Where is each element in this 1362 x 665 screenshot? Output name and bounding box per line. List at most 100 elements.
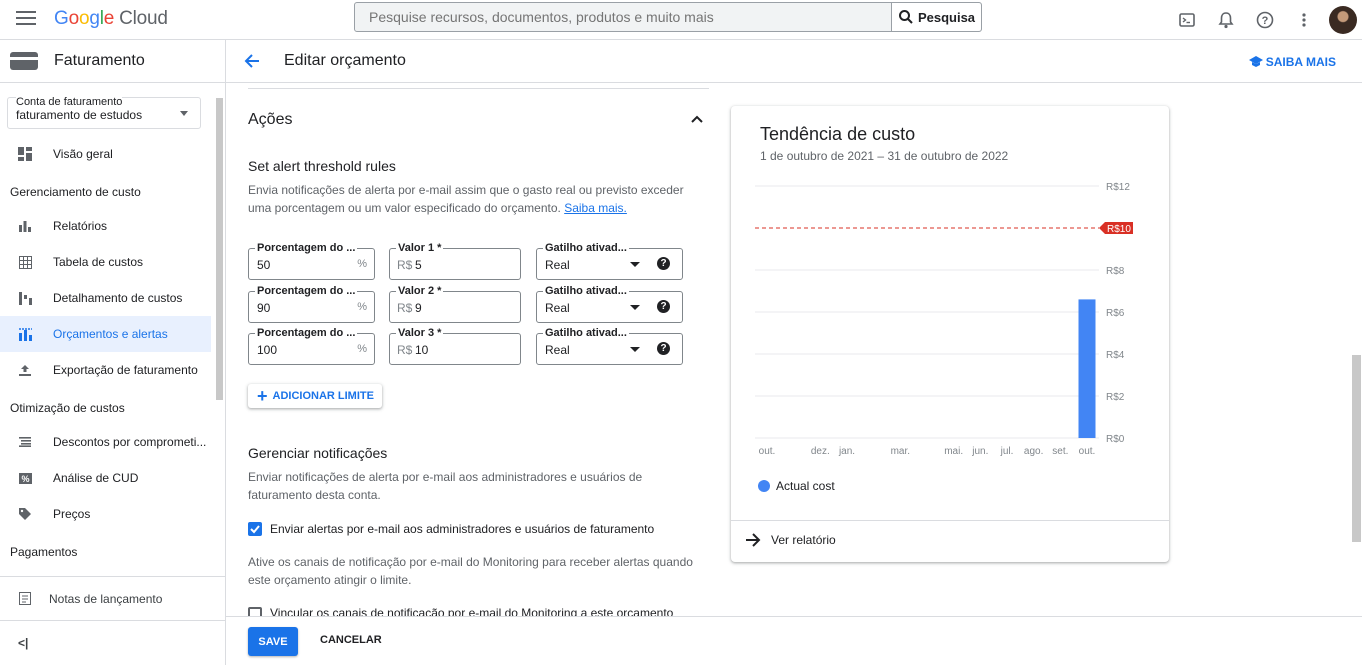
x-tick-label: jan. (838, 446, 855, 457)
x-tick-label: dez. (811, 446, 830, 457)
sidebar-item-label: Orçamentos e alertas (53, 327, 168, 341)
bell-icon[interactable] (1206, 0, 1245, 40)
avatar[interactable] (1329, 6, 1357, 34)
sidebar-item-pricing[interactable]: Preços (0, 496, 211, 532)
page-title: Editar orçamento (284, 52, 406, 69)
list-icon (18, 435, 32, 449)
collapse-sidebar-button[interactable]: <| (0, 620, 225, 665)
waterfall-icon (18, 291, 32, 305)
back-arrow-icon[interactable] (244, 53, 260, 69)
sidebar-item-budgets-alerts[interactable]: Orçamentos e alertas (0, 316, 211, 352)
section-cost-optimization: Otimização de custos (10, 401, 125, 415)
sidebar-item-cost-table[interactable]: Tabela de custos (0, 244, 211, 280)
sidebar-item-commitments[interactable]: Descontos por comprometi... (0, 424, 211, 460)
help-icon[interactable]: ? (657, 300, 670, 313)
search-bar: Pesquisa (354, 2, 982, 32)
chevron-up-icon[interactable] (691, 114, 703, 124)
sidebar-item-label: Relatórios (53, 219, 108, 233)
billing-account-select[interactable]: Conta de faturamento faturamento de estu… (7, 96, 201, 129)
trigger-select-2[interactable]: Gatilho ativad... Real ? (536, 285, 683, 323)
sidebar-item-cost-breakdown[interactable]: Detalhamento de custos (0, 280, 211, 316)
cost-trend-title: Tendência de custo (760, 124, 916, 144)
release-notes-link[interactable]: Notas de lançamento (0, 576, 225, 620)
terminal-icon[interactable] (1167, 0, 1206, 40)
more-vert-icon[interactable] (1284, 0, 1323, 40)
search-input[interactable] (355, 3, 891, 31)
bar-chart-icon (18, 219, 32, 233)
percentage-field-2[interactable]: Porcentagem do ... 90 % (248, 285, 375, 323)
add-threshold-button[interactable]: + ADICIONAR LIMITE (248, 384, 382, 408)
y-tick-label: R$8 (1106, 266, 1125, 277)
search-button[interactable]: Pesquisa (891, 3, 981, 31)
percentage-field-1[interactable]: Porcentagem do ... 50 % (248, 242, 375, 280)
upload-icon (18, 363, 32, 377)
checkmark-icon (250, 525, 260, 534)
x-tick-label: out. (1079, 446, 1096, 457)
x-tick-label: mar. (891, 446, 910, 457)
sidebar-item-label: Tabela de custos (53, 255, 144, 269)
help-icon[interactable]: ? (657, 342, 670, 355)
legend-label: Actual cost (776, 479, 835, 493)
sidebar-item-reports[interactable]: Relatórios (0, 208, 211, 244)
section-payments: Pagamentos (10, 545, 78, 559)
dropdown-arrow-icon (630, 262, 640, 267)
svg-text:?: ? (1261, 15, 1268, 27)
plus-icon: + (257, 386, 268, 406)
divider (731, 520, 1169, 521)
amount-field-2[interactable]: Valor 2 * R$ 9 (389, 285, 521, 323)
learn-more-label: SAIBA MAIS (1265, 55, 1336, 69)
x-tick-label: jul. (1000, 446, 1014, 457)
add-threshold-label: ADICIONAR LIMITE (272, 390, 374, 402)
y-tick-label: R$6 (1106, 308, 1125, 319)
page-scrollbar[interactable] (1352, 355, 1361, 542)
view-report-link[interactable]: Ver relatório (745, 533, 836, 547)
help-icon[interactable]: ? (657, 257, 670, 270)
divider (248, 88, 709, 89)
actions-heading: Ações (248, 111, 293, 128)
page-header: Editar orçamento SAIBA MAIS (226, 40, 1362, 83)
menu-icon[interactable] (16, 11, 36, 27)
y-tick-label: R$4 (1106, 350, 1125, 361)
x-tick-label: out. (759, 446, 776, 457)
admin-alerts-label: Enviar alertas por e-mail aos administra… (270, 522, 655, 536)
amount-field-1[interactable]: Valor 1 * R$ 5 (389, 242, 521, 280)
x-tick-label: set. (1052, 446, 1068, 457)
school-icon (1248, 56, 1263, 67)
sidebar-item-billing-export[interactable]: Exportação de faturamento (0, 352, 211, 388)
cost-trend-subtitle: 1 de outubro de 2021 – 31 de outubro de … (760, 149, 1009, 163)
learn-more-link[interactable]: Saiba mais. (564, 201, 627, 215)
release-notes-label: Notas de lançamento (49, 591, 163, 606)
cancel-button[interactable]: CANCELAR (320, 634, 382, 646)
sidebar-item-cud-analysis[interactable]: % Análise de CUD (0, 460, 211, 496)
sidebar-item-label: Detalhamento de custos (53, 291, 183, 305)
sidebar-item-label: Descontos por comprometi... (53, 435, 207, 449)
sidebar-item-overview[interactable]: Visão geral (0, 136, 211, 172)
notifications-heading: Gerenciar notificações (248, 445, 388, 461)
sidebar-item-label: Preços (53, 507, 91, 521)
percentage-field-3[interactable]: Porcentagem do ... 100 % (248, 327, 375, 365)
search-button-label: Pesquisa (917, 9, 976, 25)
trigger-select-1[interactable]: Gatilho ativad... Real ? (536, 242, 683, 280)
threshold-rules-heading: Set alert threshold rules (248, 158, 396, 174)
budget-icon (18, 327, 32, 341)
cost-trend-chart: R$0 R$2 R$4 R$6 R$8 R$12 R$10 out. dez. jan. mar. m… (755, 182, 1133, 457)
dropdown-arrow-icon (630, 347, 640, 352)
threshold-rules-description: Envia notificações de alerta por e-mail … (248, 183, 684, 215)
dropdown-arrow-icon (630, 305, 640, 310)
chart-legend: Actual cost (758, 479, 835, 493)
svg-text:%: % (21, 474, 29, 484)
dashboard-icon (18, 147, 32, 161)
admin-alerts-checkbox[interactable] (248, 522, 262, 536)
y-tick-label: R$2 (1106, 392, 1125, 403)
sidebar: Faturamento Conta de faturamento faturam… (0, 40, 226, 665)
trigger-select-3[interactable]: Gatilho ativad... Real ? (536, 327, 683, 365)
sidebar-item-label: Exportação de faturamento (53, 363, 198, 377)
sidebar-scrollbar[interactable] (216, 98, 223, 400)
learn-more-button[interactable]: SAIBA MAIS (1248, 55, 1336, 69)
help-icon[interactable]: ? (1245, 0, 1284, 40)
google-cloud-logo[interactable]: Google Cloud (54, 8, 168, 30)
amount-field-3[interactable]: Valor 3 * R$ 10 (389, 327, 521, 365)
save-button[interactable]: SAVE (248, 627, 298, 656)
notifications-description: Enviar notificações de alerta por e-mail… (248, 470, 643, 502)
billing-account-label: Conta de faturamento (16, 96, 123, 108)
